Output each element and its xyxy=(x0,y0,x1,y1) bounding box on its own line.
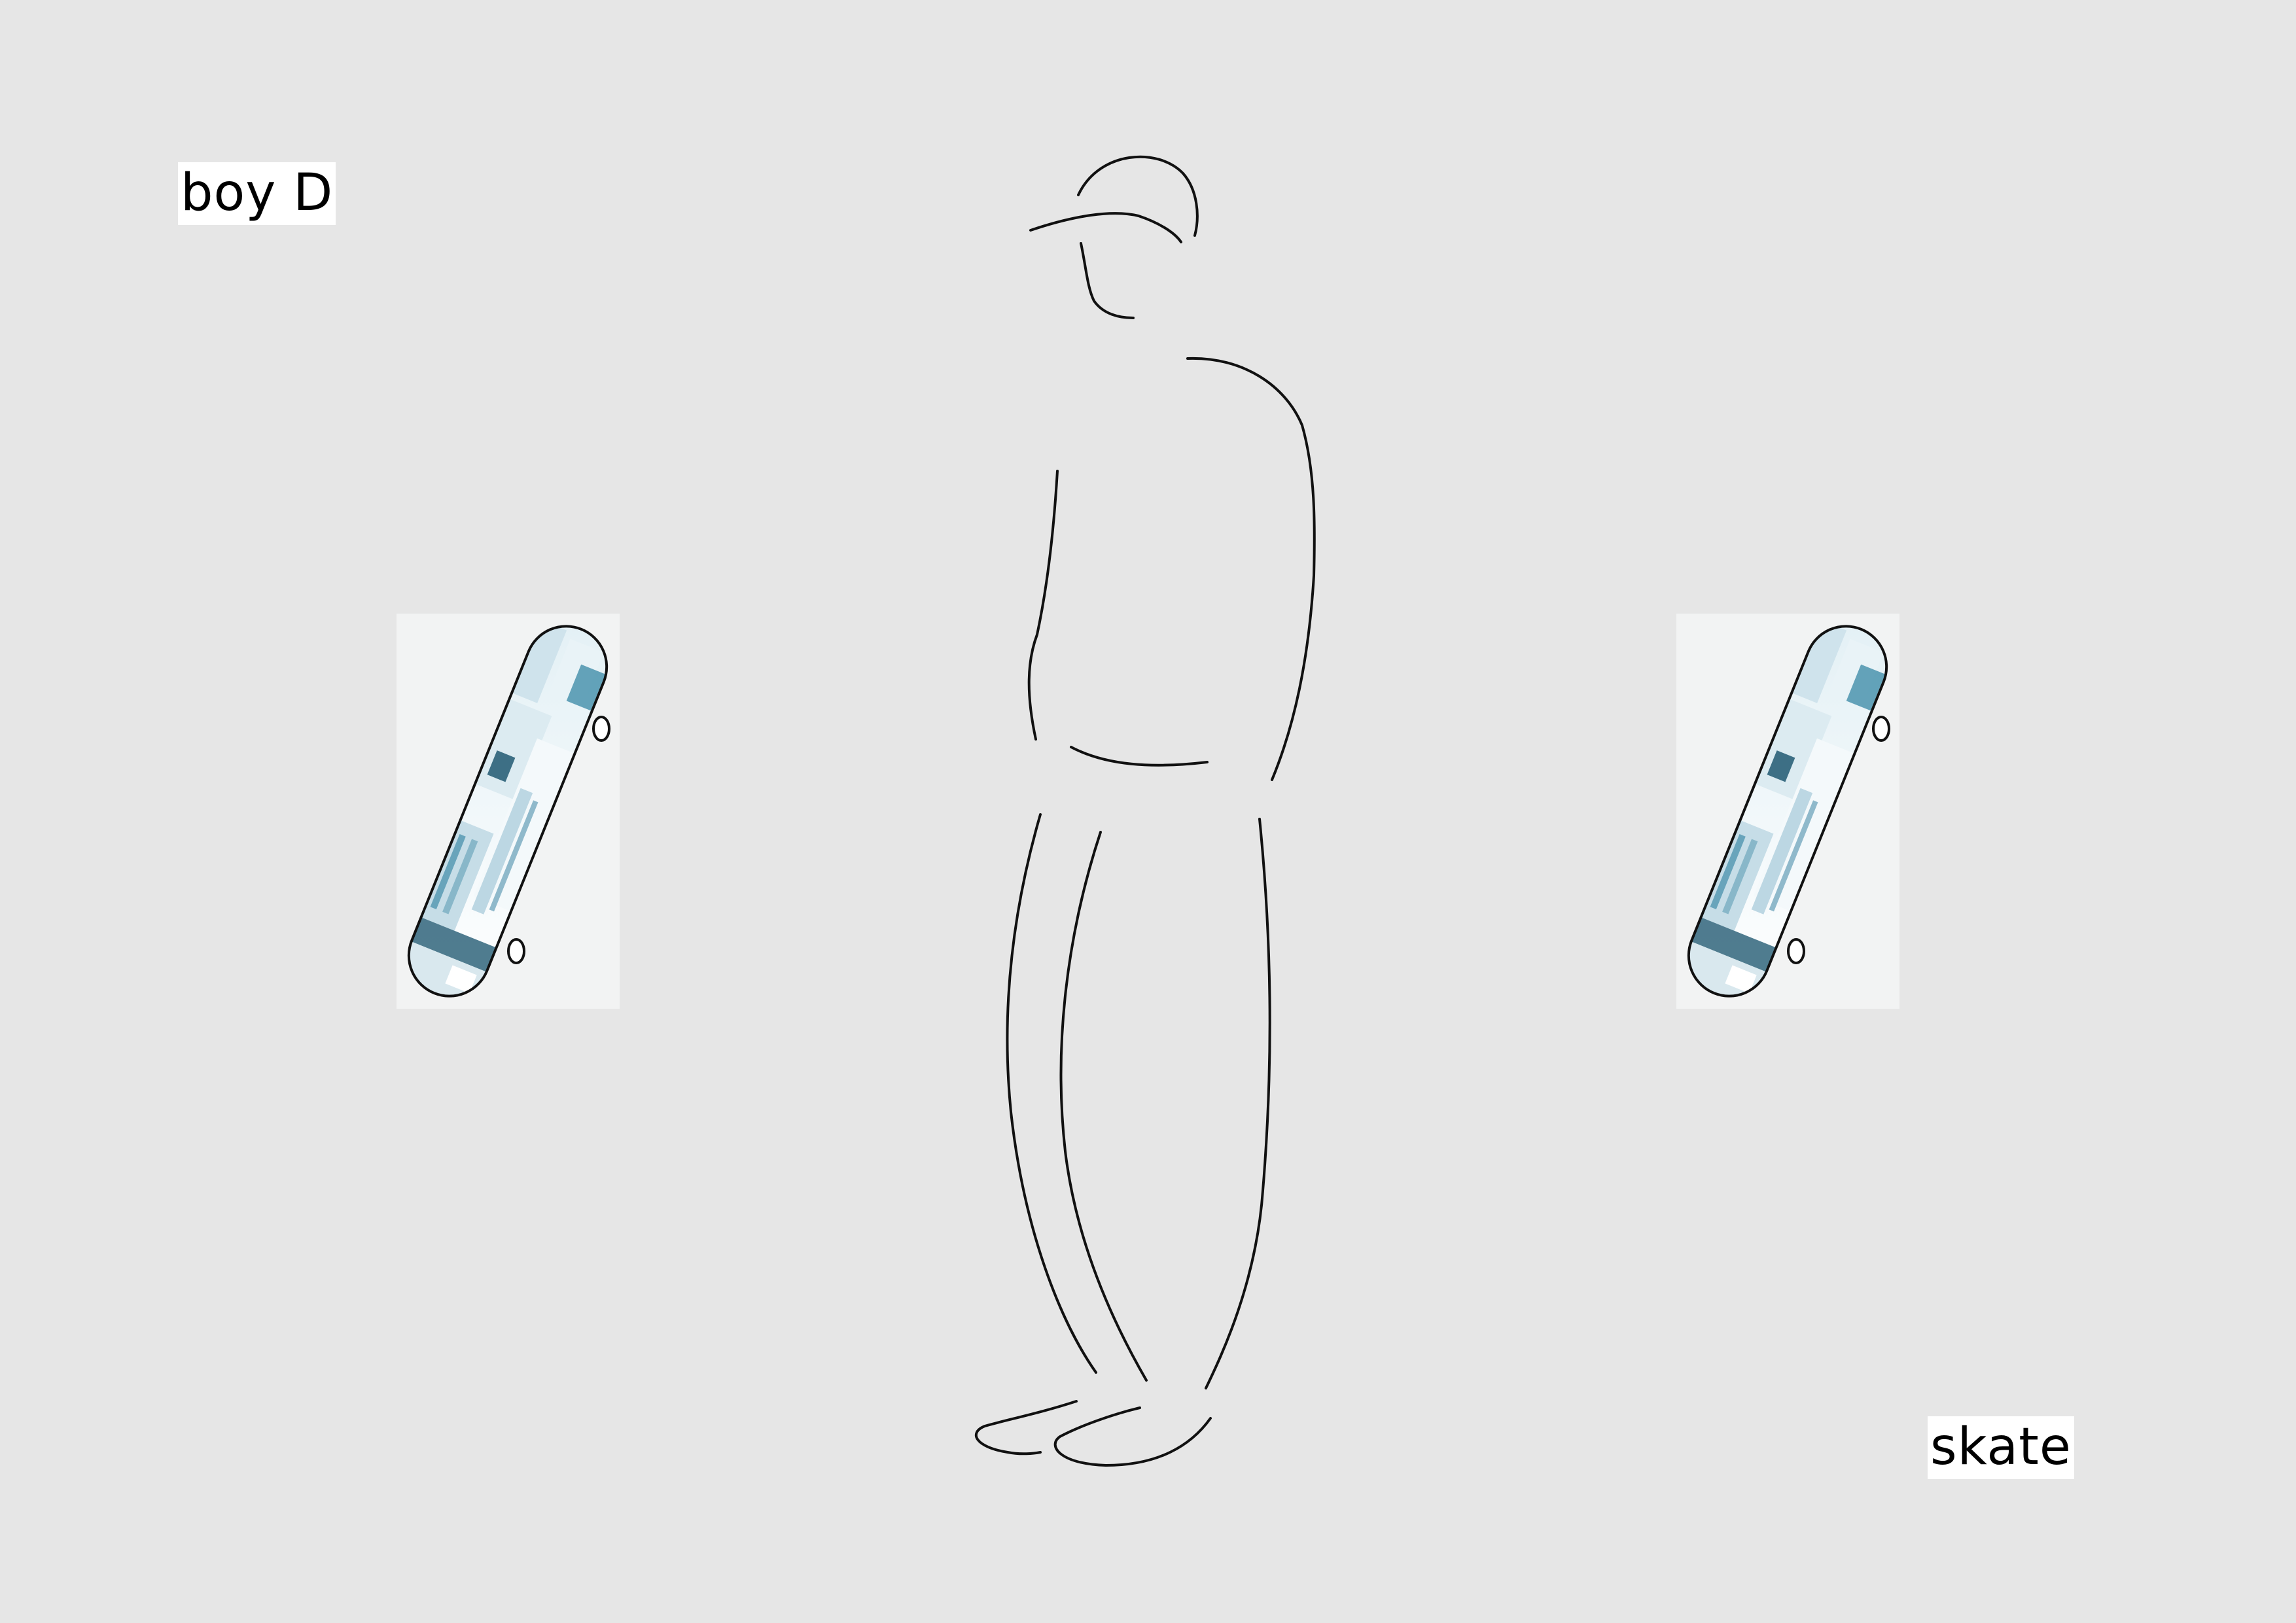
skateboard-icon xyxy=(397,614,619,1009)
cap-dome xyxy=(1077,155,1199,237)
shoe-front xyxy=(974,1400,1078,1456)
waist-line xyxy=(1070,746,1209,767)
back-leg xyxy=(1205,818,1271,1389)
front-torso xyxy=(1027,470,1059,741)
skateboard-icon xyxy=(1676,614,1899,1009)
front-leg-inner xyxy=(1059,831,1148,1382)
wheel-top xyxy=(592,716,610,742)
canvas: boy D skate xyxy=(0,0,2296,1623)
wheel-bottom xyxy=(507,938,525,964)
skateboard-card-right xyxy=(1676,614,1899,1009)
shoe-back xyxy=(1053,1406,1212,1467)
line-drawing-boy-icon xyxy=(974,155,1316,1467)
wheel-bottom xyxy=(1787,938,1805,964)
wheel-top xyxy=(1872,716,1890,742)
cap-brim xyxy=(1029,212,1182,243)
skateboard-card-left xyxy=(397,614,620,1009)
back-line xyxy=(1186,357,1316,781)
face-line xyxy=(1080,242,1135,319)
